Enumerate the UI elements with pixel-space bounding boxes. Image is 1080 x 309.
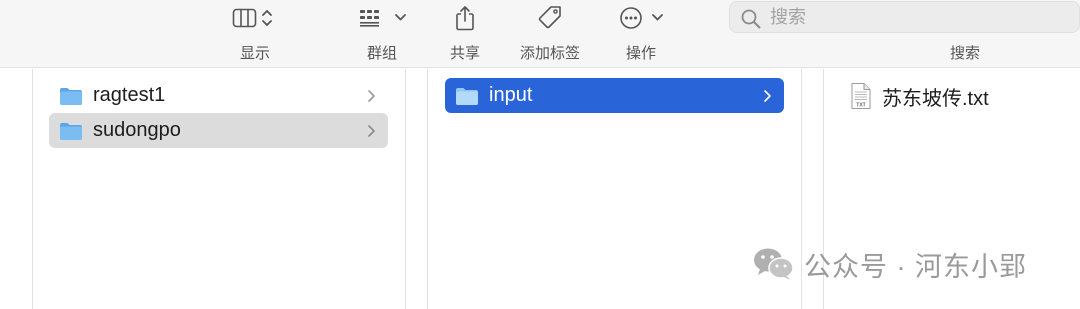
- search-input[interactable]: [770, 2, 1070, 32]
- add-tag-button[interactable]: 添加标签: [510, 0, 590, 68]
- group-grid-icon: [360, 10, 406, 27]
- folder-icon: [60, 87, 82, 105]
- search-label: 搜索: [949, 45, 981, 62]
- action-label: 操作: [625, 45, 657, 62]
- group-button[interactable]: 群组: [350, 0, 415, 68]
- search-icon: [741, 9, 761, 29]
- action-button[interactable]: 操作: [610, 0, 674, 68]
- chevron-right-icon: [368, 90, 375, 102]
- tag-icon: [538, 6, 561, 29]
- group-label: 群组: [366, 45, 398, 62]
- file-row-sudongpo-txt[interactable]: TXT 苏东坡传.txt: [850, 78, 989, 114]
- share-label: 共享: [449, 45, 481, 62]
- folder-row-input[interactable]: input: [445, 78, 784, 113]
- folder-icon: [60, 122, 82, 140]
- view-label: 显示: [239, 45, 271, 62]
- share-icon: [456, 6, 474, 31]
- wechat-icon: [754, 248, 794, 280]
- watermark: 公众号 · 河东小郢: [752, 244, 1027, 284]
- file-name: 苏东坡传.txt: [882, 87, 989, 110]
- add-tag-label: 添加标签: [519, 45, 581, 62]
- search-field[interactable]: [729, 1, 1080, 33]
- column-divider[interactable]: [32, 69, 33, 309]
- watermark-text: 公众号 · 河东小郢: [804, 251, 1027, 282]
- finder-toolbar: 显示 群组 共享 添加标签 操作 搜索 搜索: [0, 0, 1080, 68]
- column-divider[interactable]: [405, 69, 406, 309]
- share-button[interactable]: 共享: [440, 0, 490, 68]
- folder-name: input: [489, 84, 533, 106]
- folder-row-sudongpo[interactable]: sudongpo: [49, 113, 388, 148]
- ellipsis-circle-icon: [620, 7, 663, 29]
- txt-badge: TXT: [856, 103, 865, 109]
- chevron-right-icon: [368, 125, 375, 137]
- folder-name: sudongpo: [93, 119, 181, 141]
- view-selector-button[interactable]: 显示: [220, 0, 290, 68]
- column-view-icon: [232, 8, 272, 28]
- folder-name: ragtest1: [93, 84, 166, 106]
- txt-file-icon: TXT: [851, 83, 871, 109]
- folder-icon: [456, 87, 478, 105]
- column-divider[interactable]: [427, 69, 428, 309]
- chevron-right-icon: [764, 90, 771, 102]
- folder-row-ragtest1[interactable]: ragtest1: [49, 78, 388, 113]
